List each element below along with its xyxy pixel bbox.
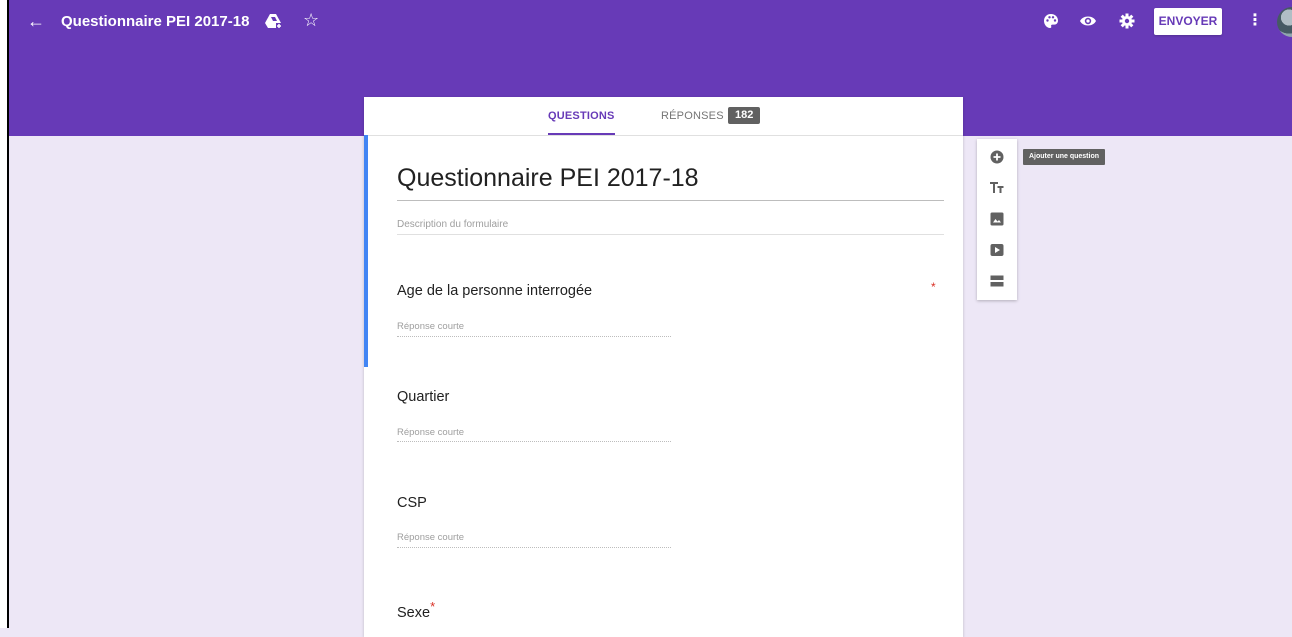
answer-underline bbox=[397, 336, 671, 337]
gear-icon[interactable] bbox=[1119, 13, 1135, 29]
answer-underline bbox=[397, 547, 671, 548]
responses-count-badge: 182 bbox=[728, 107, 761, 124]
short-answer-placeholder: Réponse courte bbox=[397, 427, 465, 438]
form-title-underline bbox=[397, 200, 944, 201]
preview-eye-icon[interactable] bbox=[1079, 14, 1097, 28]
star-icon[interactable]: ☆ bbox=[303, 10, 319, 30]
add-question-button[interactable] bbox=[977, 145, 1017, 169]
short-answer-placeholder: Réponse courte bbox=[397, 532, 465, 543]
add-video-button[interactable] bbox=[977, 238, 1017, 262]
form-card: QUESTIONS RÉPONSES 182 Questionnaire PEI… bbox=[364, 97, 963, 637]
question-toolbox bbox=[977, 139, 1017, 300]
more-vert-icon[interactable]: ⋮ bbox=[1247, 11, 1263, 31]
question-title[interactable]: CSP bbox=[397, 493, 427, 513]
short-answer-placeholder: Réponse courte bbox=[397, 321, 465, 332]
question-title[interactable]: Quartier bbox=[397, 387, 449, 407]
selected-section-indicator bbox=[364, 135, 368, 367]
section-icon bbox=[990, 275, 1004, 287]
image-icon bbox=[990, 212, 1004, 226]
form-description-input[interactable]: Description du formulaire bbox=[397, 219, 508, 230]
tab-questions[interactable]: QUESTIONS bbox=[548, 97, 615, 135]
tab-responses[interactable]: RÉPONSES bbox=[661, 97, 724, 135]
question-title[interactable]: Sexe* bbox=[397, 597, 435, 623]
arrow-back-icon[interactable]: ← bbox=[27, 11, 45, 31]
required-asterisk: * bbox=[931, 280, 936, 294]
add-title-button[interactable] bbox=[977, 176, 1017, 200]
add-question-tooltip: Ajouter une question bbox=[1023, 149, 1105, 165]
add-section-button[interactable] bbox=[977, 269, 1017, 293]
video-icon bbox=[990, 244, 1004, 256]
send-button[interactable]: ENVOYER bbox=[1154, 8, 1222, 35]
question-title[interactable]: Age de la personne interrogée bbox=[397, 281, 592, 301]
avatar[interactable] bbox=[1277, 7, 1292, 37]
window-left-border bbox=[0, 0, 9, 628]
add-image-button[interactable] bbox=[977, 207, 1017, 231]
tab-bar: QUESTIONS RÉPONSES 182 bbox=[364, 97, 963, 136]
title-text-icon bbox=[990, 182, 1004, 193]
move-to-folder-icon[interactable] bbox=[264, 12, 282, 30]
form-title[interactable]: Questionnaire PEI 2017-18 bbox=[397, 162, 699, 194]
app-title: Questionnaire PEI 2017-18 bbox=[61, 13, 250, 30]
answer-underline bbox=[397, 441, 671, 442]
question-title-text: Sexe bbox=[397, 604, 431, 621]
required-asterisk: * bbox=[430, 599, 436, 614]
add-question-icon bbox=[990, 150, 1004, 164]
form-description-underline bbox=[397, 234, 944, 235]
palette-icon[interactable] bbox=[1043, 13, 1059, 29]
